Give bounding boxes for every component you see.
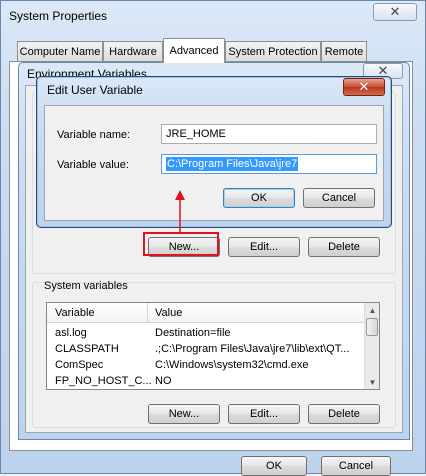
edit-user-variable-window: Edit User Variable ✕ Variable name: JRE_… — [36, 76, 392, 228]
tab-hardware[interactable]: Hardware — [103, 41, 163, 61]
scroll-up-icon[interactable]: ▲ — [365, 303, 379, 317]
variable-name-input[interactable]: JRE_HOME — [161, 124, 377, 144]
system-edit-button[interactable]: Edit... — [228, 404, 300, 424]
system-properties-ok-button[interactable]: OK — [241, 456, 307, 476]
tab-remote[interactable]: Remote — [321, 41, 367, 61]
tab-advanced[interactable]: Advanced — [163, 38, 225, 63]
column-header-variable[interactable]: Variable — [55, 307, 95, 319]
variable-name-label: Variable name: — [57, 129, 131, 141]
annotation-arrow — [175, 190, 185, 234]
selected-text: C:\Program Files\Java\jre7 — [166, 157, 299, 171]
system-variables-label: System variables — [44, 280, 128, 292]
watermark: THAICREATE.COM — [150, 440, 277, 452]
close-button[interactable]: ✕ — [373, 3, 417, 21]
edit-ok-button[interactable]: OK — [223, 188, 295, 208]
column-divider — [147, 303, 148, 323]
system-new-button[interactable]: New... — [148, 404, 220, 424]
system-delete-button[interactable]: Delete — [308, 404, 380, 424]
table-row[interactable]: CLASSPATH .;C:\Program Files\Java\jre7\l… — [47, 341, 365, 357]
vertical-scrollbar[interactable]: ▲ ▼ — [364, 303, 379, 389]
scroll-thumb[interactable] — [366, 318, 378, 336]
annotation-highlight-box — [143, 232, 219, 256]
tab-computer-name[interactable]: Computer Name — [17, 41, 103, 61]
scroll-down-icon[interactable]: ▼ — [365, 375, 379, 389]
tab-system-protection[interactable]: System Protection — [225, 41, 321, 61]
edit-close-button[interactable]: ✕ — [343, 78, 385, 96]
system-properties-cancel-button[interactable]: Cancel — [321, 456, 391, 476]
table-row[interactable]: asl.log Destination=file — [47, 325, 365, 341]
window-title: System Properties — [9, 9, 108, 23]
close-icon: ✕ — [389, 4, 401, 19]
close-icon: ✕ — [358, 79, 370, 94]
table-row[interactable]: FP_NO_HOST_C... NO — [47, 373, 365, 389]
edit-content: Variable name: JRE_HOME Variable value: … — [44, 105, 384, 221]
variable-value-label: Variable value: — [57, 159, 129, 171]
column-header-value[interactable]: Value — [155, 307, 182, 319]
edit-cancel-button[interactable]: Cancel — [303, 188, 375, 208]
variable-value-input[interactable]: C:\Program Files\Java\jre7 — [161, 154, 377, 174]
user-edit-button[interactable]: Edit... — [228, 237, 300, 257]
user-delete-button[interactable]: Delete — [308, 237, 380, 257]
table-row[interactable]: ComSpec C:\Windows\system32\cmd.exe — [47, 357, 365, 373]
system-variables-list[interactable]: Variable Value asl.log Destination=file … — [46, 302, 380, 390]
edit-window-title: Edit User Variable — [47, 83, 143, 97]
list-header: Variable Value — [47, 303, 365, 323]
